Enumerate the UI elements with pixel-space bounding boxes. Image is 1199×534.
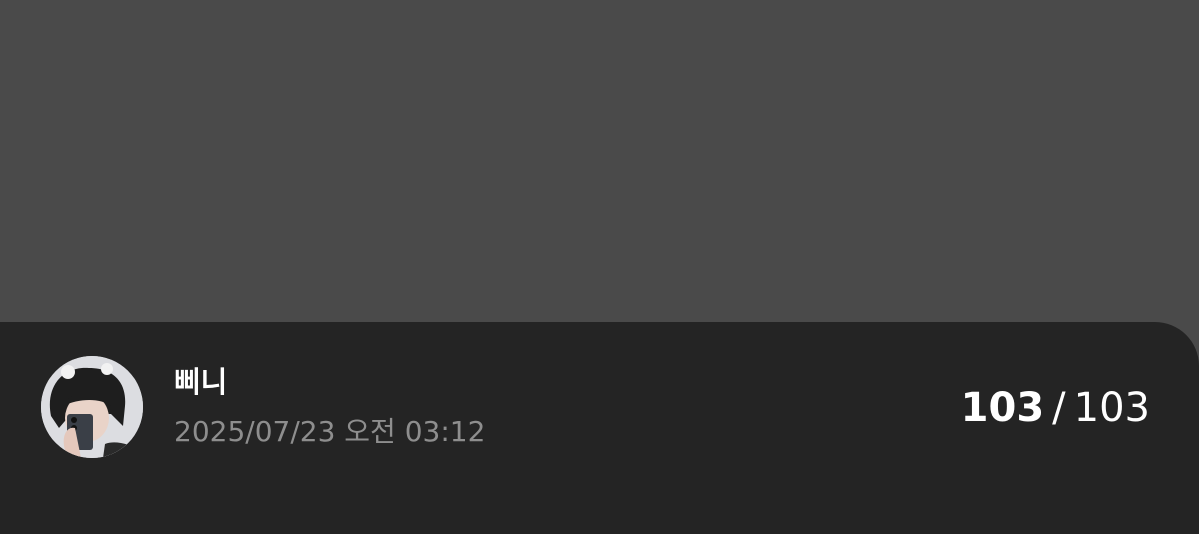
page-separator: /	[1052, 385, 1066, 431]
total-pages: 103	[1073, 385, 1150, 431]
post-timestamp: 2025/07/23 오전 03:12	[174, 415, 486, 448]
post-info-bar: 삐니 2025/07/23 오전 03:12 103/103	[0, 322, 1199, 534]
profile-photo-icon	[41, 356, 143, 458]
author-name[interactable]: 삐니	[174, 364, 227, 400]
image-counter: 103/103	[961, 384, 1150, 432]
current-page: 103	[960, 385, 1045, 431]
media-viewer-area[interactable]	[0, 0, 1199, 323]
author-avatar[interactable]	[41, 356, 143, 458]
